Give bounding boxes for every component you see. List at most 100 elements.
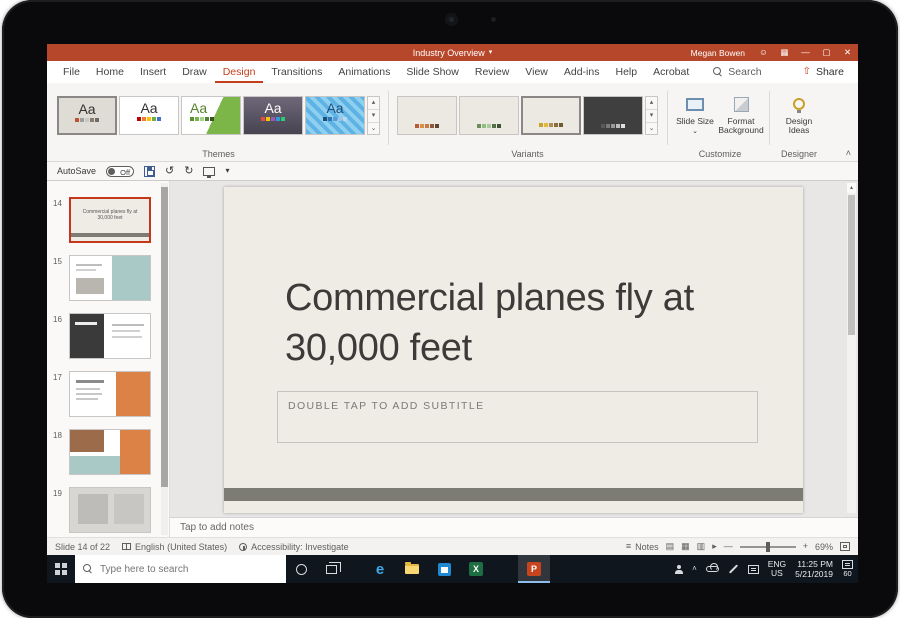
front-camera-icon (445, 13, 458, 26)
excel-button[interactable]: X (460, 555, 492, 583)
collapse-ribbon-icon[interactable]: ˄ (846, 148, 851, 158)
design-ideas-label: Design Ideas (777, 117, 821, 135)
gallery-up-icon[interactable]: ▴ (368, 97, 379, 109)
tab-file[interactable]: File (47, 61, 88, 83)
thumbnail-row: 15 (47, 255, 169, 305)
minimize-button[interactable]: — (795, 44, 816, 61)
slide-thumbnail-19[interactable] (69, 487, 151, 533)
taskbar-search-input[interactable] (100, 564, 270, 575)
gallery-down-icon[interactable]: ▾ (368, 109, 379, 122)
save-icon[interactable] (144, 166, 155, 177)
task-view-button[interactable] (316, 555, 346, 583)
tab-help[interactable]: Help (607, 61, 645, 83)
tab-home[interactable]: Home (88, 61, 132, 83)
gallery-more-icon[interactable]: ⌄ (646, 122, 657, 135)
theme-thumbnail-green[interactable]: Aa (181, 96, 241, 135)
document-title[interactable]: Industry Overview ▾ (413, 44, 493, 61)
tab-view[interactable]: View (517, 61, 556, 83)
reading-view-icon[interactable]: ▥ (697, 542, 706, 551)
powerpoint-button-active[interactable]: P (518, 555, 550, 583)
file-explorer-button[interactable] (396, 555, 428, 583)
format-background-button[interactable]: Format Background (717, 93, 765, 151)
close-button[interactable]: ✕ (837, 44, 858, 61)
slide-sorter-view-icon[interactable]: ▦ (681, 542, 690, 551)
language-status[interactable]: English (United States) (122, 542, 227, 552)
zoom-level[interactable]: 69% (815, 542, 833, 552)
zoom-slider-thumb[interactable] (766, 542, 770, 552)
share-button[interactable]: ⇧ Share (803, 61, 844, 83)
store-button[interactable] (428, 555, 460, 583)
gallery-down-icon[interactable]: ▾ (646, 109, 657, 122)
design-ideas-button[interactable]: Design Ideas (777, 93, 821, 151)
action-center-button[interactable]: 60 (842, 560, 853, 578)
thumbnail-scrollbar[interactable] (161, 183, 168, 535)
slide-size-button[interactable]: Slide Size ⌄ (675, 93, 715, 151)
variant-thumbnail-3-selected[interactable] (521, 96, 581, 135)
slide-thumbnail-17[interactable] (69, 371, 151, 417)
notes-pane[interactable]: Tap to add notes (170, 517, 858, 537)
slideshow-view-icon[interactable]: ▸ (712, 542, 717, 551)
ribbon-display-options-icon[interactable]: ▦ (774, 44, 795, 61)
cortana-button[interactable] (286, 555, 316, 583)
undo-icon[interactable]: ↺ (165, 166, 174, 177)
hidden-icons-chevron[interactable]: ˄ (692, 565, 697, 573)
display-icon[interactable] (748, 565, 759, 574)
ribbon-tab-row: File Home Insert Draw Design Transitions… (47, 61, 858, 83)
tab-review[interactable]: Review (467, 61, 517, 83)
tab-slide-show[interactable]: Slide Show (398, 61, 467, 83)
redo-icon[interactable]: ↻ (184, 166, 193, 177)
theme-thumbnail-dark[interactable]: Aa (243, 96, 303, 135)
slide-thumbnail-18[interactable] (69, 429, 151, 475)
variant-thumbnail-1[interactable] (397, 96, 457, 135)
slide-canvas[interactable]: Commercial planes fly at 30,000 feet DOU… (224, 187, 803, 513)
slide-thumbnail-16[interactable] (69, 313, 151, 359)
scrollbar-thumb[interactable] (848, 195, 855, 335)
ribbon-search[interactable]: Search (713, 61, 761, 83)
slide-number: 18 (53, 431, 62, 440)
people-icon[interactable] (675, 565, 683, 574)
tab-design[interactable]: Design (215, 61, 264, 83)
tab-animations[interactable]: Animations (330, 61, 398, 83)
gallery-up-icon[interactable]: ▴ (646, 97, 657, 109)
taskbar-search[interactable] (75, 555, 286, 583)
slide-thumbnail-14[interactable]: Commercial planes fly at 30,000 feet (69, 197, 151, 243)
theme-thumbnail-office[interactable]: Aa (119, 96, 179, 135)
normal-view-icon[interactable]: ▤ (666, 542, 675, 551)
clock[interactable]: 11:25 PM 5/21/2019 (795, 559, 833, 579)
maximize-button[interactable]: ▢ (816, 44, 837, 61)
editing-scrollbar[interactable]: ▴ (847, 183, 856, 513)
gallery-more-icon[interactable]: ⌄ (368, 122, 379, 135)
slide-thumbnail-15[interactable] (69, 255, 151, 301)
slide-title[interactable]: Commercial planes fly at 30,000 feet (285, 273, 757, 373)
zoom-in-icon[interactable]: + (803, 542, 808, 551)
pen-icon[interactable] (729, 564, 738, 573)
accessibility-status[interactable]: Accessibility: Investigate (239, 542, 349, 552)
fit-to-window-icon[interactable] (840, 542, 850, 551)
autosave-toggle[interactable]: Off (106, 166, 134, 177)
theme-thumbnail-current[interactable]: Aa (57, 96, 117, 135)
tab-add-ins[interactable]: Add-ins (556, 61, 608, 83)
powerpoint-icon: P (527, 562, 541, 576)
customize-qat-icon[interactable]: ▾ (225, 167, 229, 175)
scrollbar-thumb[interactable] (161, 187, 168, 487)
variant-thumbnail-2[interactable] (459, 96, 519, 135)
system-tray: ˄ ENG US 11:25 PM 5/21/2019 60 (675, 555, 858, 583)
design-ideas-icon (793, 98, 805, 110)
touch-mouse-mode-icon[interactable] (203, 167, 215, 176)
start-button[interactable] (47, 555, 75, 583)
tab-transitions[interactable]: Transitions (263, 61, 330, 83)
subtitle-placeholder[interactable]: DOUBLE TAP TO ADD SUBTITLE (277, 391, 758, 443)
zoom-slider[interactable] (740, 546, 796, 548)
scroll-up-icon[interactable]: ▴ (847, 183, 856, 193)
feedback-smiley-icon[interactable]: ☺ (753, 44, 774, 61)
notes-toggle-button[interactable]: ≡ Notes (626, 542, 659, 552)
language-indicator[interactable]: ENG US (768, 560, 786, 578)
tab-acrobat[interactable]: Acrobat (645, 61, 697, 83)
zoom-out-icon[interactable]: — (724, 542, 733, 551)
tab-insert[interactable]: Insert (132, 61, 174, 83)
variant-thumbnail-4[interactable] (583, 96, 643, 135)
edge-button[interactable]: e (364, 555, 396, 583)
theme-thumbnail-blue[interactable]: Aa (305, 96, 365, 135)
tab-draw[interactable]: Draw (174, 61, 215, 83)
onedrive-icon[interactable] (706, 566, 719, 572)
